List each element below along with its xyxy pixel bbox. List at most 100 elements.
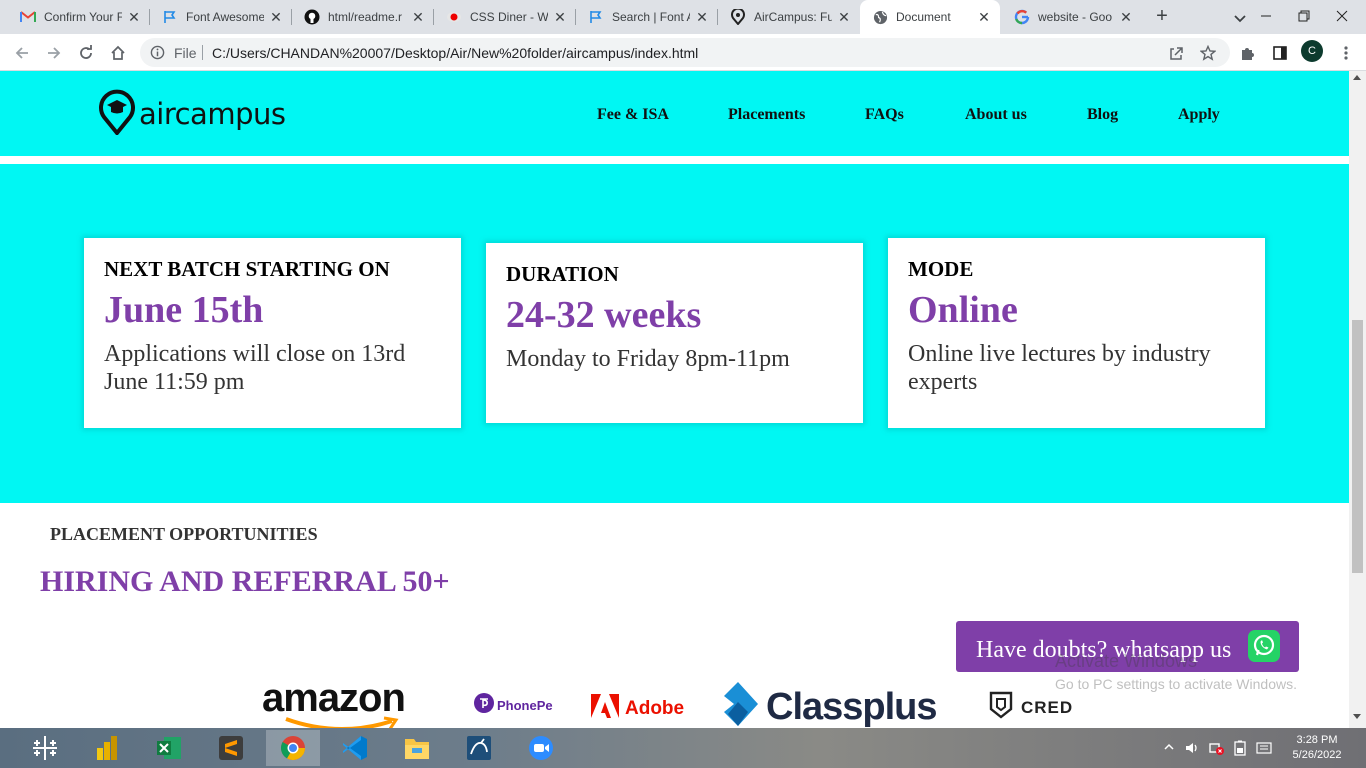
- forward-arrow-icon[interactable]: [42, 41, 66, 65]
- url-text[interactable]: C:/Users/CHANDAN%20007/Desktop/Air/New%2…: [212, 45, 698, 61]
- placement-eyebrow: PLACEMENT OPPORTUNITIES: [50, 524, 318, 544]
- menu-kebab-icon[interactable]: [1334, 41, 1358, 65]
- bookmark-star-icon[interactable]: [1196, 41, 1220, 65]
- extensions-puzzle-icon[interactable]: [1236, 41, 1260, 65]
- partner-logo-adobe: Adobe: [591, 694, 684, 723]
- side-panel-icon[interactable]: [1268, 41, 1292, 65]
- phonepe-icon: [474, 693, 494, 718]
- card-value: Online: [908, 289, 1018, 331]
- batch-info-section: NEXT BATCH STARTING ON June 15th Applica…: [0, 164, 1349, 503]
- tab-document[interactable]: Document ✕: [860, 0, 1000, 34]
- close-icon[interactable]: ✕: [1118, 9, 1134, 26]
- partner-name: PhonePe: [497, 698, 553, 713]
- brand-logo[interactable]: aircampus: [98, 89, 286, 140]
- tab-google-search[interactable]: website - Goo ✕: [1002, 0, 1142, 34]
- divider: [202, 45, 203, 60]
- taskbar-power-bi-icon[interactable]: [80, 730, 134, 766]
- scheme-label: File: [174, 45, 197, 61]
- clock-date: 5/26/2022: [1292, 749, 1342, 761]
- close-icon[interactable]: ✕: [694, 9, 710, 26]
- partner-name: amazon: [262, 676, 406, 720]
- minimize-icon[interactable]: [1247, 0, 1285, 32]
- card-label: DURATION: [506, 262, 619, 286]
- card-description: Monday to Friday 8pm-11pm: [506, 346, 790, 372]
- tab-font-awesome[interactable]: Font Awesome ✕: [150, 0, 292, 34]
- map-pin-graduation-icon: [98, 89, 136, 140]
- tray-battery-icon[interactable]: [1232, 740, 1248, 756]
- share-icon[interactable]: [1164, 41, 1188, 65]
- card-value: June 15th: [104, 289, 264, 331]
- tab-aircampus[interactable]: AirCampus: Fu ✕: [718, 0, 860, 34]
- taskbar-vscode-icon[interactable]: [328, 730, 382, 766]
- nav-faqs[interactable]: FAQs: [865, 106, 904, 124]
- scrollbar-thumb[interactable]: [1352, 320, 1363, 573]
- close-icon[interactable]: ✕: [268, 9, 284, 26]
- close-icon[interactable]: ✕: [410, 9, 426, 26]
- placement-title: HIRING AND REFERRAL 50+: [40, 565, 450, 598]
- taskbar-tableau-icon[interactable]: [18, 730, 72, 766]
- address-bar[interactable]: File C:/Users/CHANDAN%20007/Desktop/Air/…: [140, 38, 1230, 67]
- css-diner-icon: [446, 9, 462, 25]
- window-close-icon[interactable]: [1323, 0, 1361, 32]
- partner-logo-classplus: Classplus: [724, 682, 938, 728]
- watermark-subtitle: Go to PC settings to activate Windows.: [1055, 676, 1297, 692]
- taskbar-mysql-workbench-icon[interactable]: [452, 730, 506, 766]
- tab-title: AirCampus: Fu: [754, 10, 832, 24]
- tab-font-awesome-search[interactable]: Search | Font A ✕: [576, 0, 718, 34]
- close-icon[interactable]: ✕: [126, 9, 142, 26]
- page-viewport: aircampus Fee & ISA Placements FAQs Abou…: [0, 71, 1349, 728]
- close-icon[interactable]: ✕: [552, 9, 568, 26]
- partner-name: Classplus: [766, 686, 938, 728]
- tray-network-error-icon[interactable]: [1208, 740, 1224, 756]
- taskbar-excel-icon[interactable]: [142, 730, 196, 766]
- reload-icon[interactable]: [74, 41, 98, 65]
- tab-title: Document: [896, 10, 951, 24]
- new-tab-button[interactable]: +: [1150, 5, 1174, 29]
- home-icon[interactable]: [106, 41, 130, 65]
- cred-shield-icon: [989, 691, 1013, 724]
- tray-language-icon[interactable]: [1256, 740, 1272, 756]
- nav-apply[interactable]: Apply: [1178, 106, 1220, 124]
- scroll-up-arrow-icon[interactable]: [1353, 75, 1361, 80]
- clock-time: 3:28 PM: [1296, 734, 1338, 746]
- tab-css-diner[interactable]: CSS Diner - W ✕: [434, 0, 576, 34]
- partner-logo-cred: CRED: [989, 691, 1073, 724]
- tray-volume-icon[interactable]: [1184, 740, 1200, 756]
- nav-fee-isa[interactable]: Fee & ISA: [597, 106, 669, 124]
- nav-placements[interactable]: Placements: [728, 106, 805, 124]
- tab-gmail[interactable]: Confirm Your F ✕: [8, 0, 150, 34]
- taskbar-zoom-icon[interactable]: [514, 730, 568, 766]
- back-arrow-icon[interactable]: [10, 41, 34, 65]
- close-icon[interactable]: ✕: [976, 9, 992, 26]
- github-icon: [304, 9, 320, 25]
- tab-title: Search | Font A: [612, 10, 690, 24]
- taskbar-file-explorer-icon[interactable]: [390, 730, 444, 766]
- partner-name: Adobe: [625, 697, 685, 719]
- info-card-duration: DURATION 24-32 weeks Monday to Friday 8p…: [486, 243, 863, 423]
- globe-icon: [872, 9, 888, 25]
- profile-avatar[interactable]: C: [1301, 40, 1323, 62]
- vertical-scrollbar[interactable]: [1349, 71, 1366, 728]
- browser-tab-strip: Confirm Your F ✕ Font Awesome ✕ html/rea…: [0, 0, 1366, 34]
- taskbar-chrome-icon[interactable]: [266, 730, 320, 766]
- card-label: NEXT BATCH STARTING ON: [104, 257, 390, 281]
- flag-icon: [162, 9, 178, 25]
- info-card-next-batch: NEXT BATCH STARTING ON June 15th Applica…: [84, 238, 461, 428]
- tray-chevron-up-icon[interactable]: [1161, 740, 1177, 756]
- watermark-title: Activate Windows: [1055, 651, 1198, 671]
- scroll-down-arrow-icon[interactable]: [1353, 714, 1361, 719]
- partner-name: CRED: [1021, 697, 1074, 717]
- nav-about-us[interactable]: About us: [965, 106, 1027, 124]
- taskbar-sublime-text-icon[interactable]: [204, 730, 258, 766]
- classplus-icon: [724, 682, 762, 728]
- close-icon[interactable]: ✕: [836, 9, 852, 26]
- card-value: 24-32 weeks: [506, 294, 702, 336]
- tab-title: CSS Diner - W: [470, 10, 548, 24]
- flag-icon: [588, 9, 604, 25]
- restore-icon[interactable]: [1285, 0, 1323, 32]
- card-description: Online live lectures by industry experts: [908, 341, 1211, 395]
- info-icon[interactable]: [150, 45, 165, 60]
- nav-blog[interactable]: Blog: [1087, 106, 1118, 124]
- system-clock[interactable]: 3:28 PM 5/26/2022: [1285, 733, 1349, 763]
- tab-github[interactable]: html/readme.r ✕: [292, 0, 434, 34]
